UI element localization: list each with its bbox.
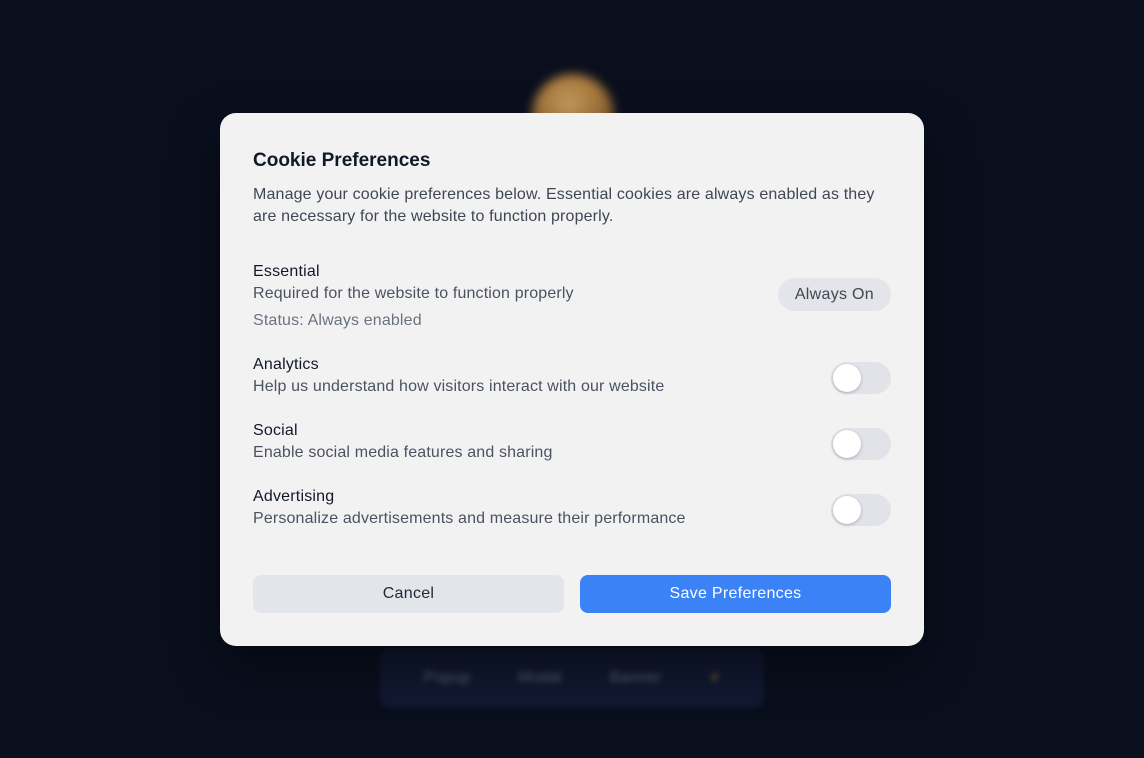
modal-actions: Cancel Save Preferences [253,575,891,613]
cancel-button[interactable]: Cancel [253,575,564,613]
category-essential: Essential Required for the website to fu… [253,261,891,331]
category-status: Status: Always enabled [253,312,422,329]
toggle-knob [833,430,861,458]
category-name: Advertising [253,488,335,505]
background-nav: Popup Modal Banner ⚡ [380,648,764,708]
toggle-knob [833,364,861,392]
lightning-icon: ⚡ [708,670,721,687]
category-advertising: Advertising Personalize advertisements a… [253,486,891,530]
advertising-toggle[interactable] [831,494,891,526]
category-description: Help us understand how visitors interact… [253,378,665,395]
category-name: Analytics [253,356,319,373]
toggle-knob [833,496,861,524]
modal-title: Cookie Preferences [253,150,431,171]
cookie-preferences-modal: Cookie Preferences Manage your cookie pr… [220,113,924,646]
category-description: Enable social media features and sharing [253,444,553,461]
modal-description: Manage your cookie preferences below. Es… [253,186,875,225]
nav-item-banner: Banner [609,669,661,686]
social-toggle[interactable] [831,428,891,460]
save-preferences-button[interactable]: Save Preferences [580,575,891,613]
category-analytics: Analytics Help us understand how visitor… [253,354,891,398]
category-description: Personalize advertisements and measure t… [253,510,686,527]
always-on-badge: Always On [777,278,891,311]
category-social: Social Enable social media features and … [253,420,891,464]
nav-item-modal: Modal [518,669,562,686]
analytics-toggle[interactable] [831,362,891,394]
category-name: Social [253,422,298,439]
nav-item-popup: Popup [423,669,471,686]
